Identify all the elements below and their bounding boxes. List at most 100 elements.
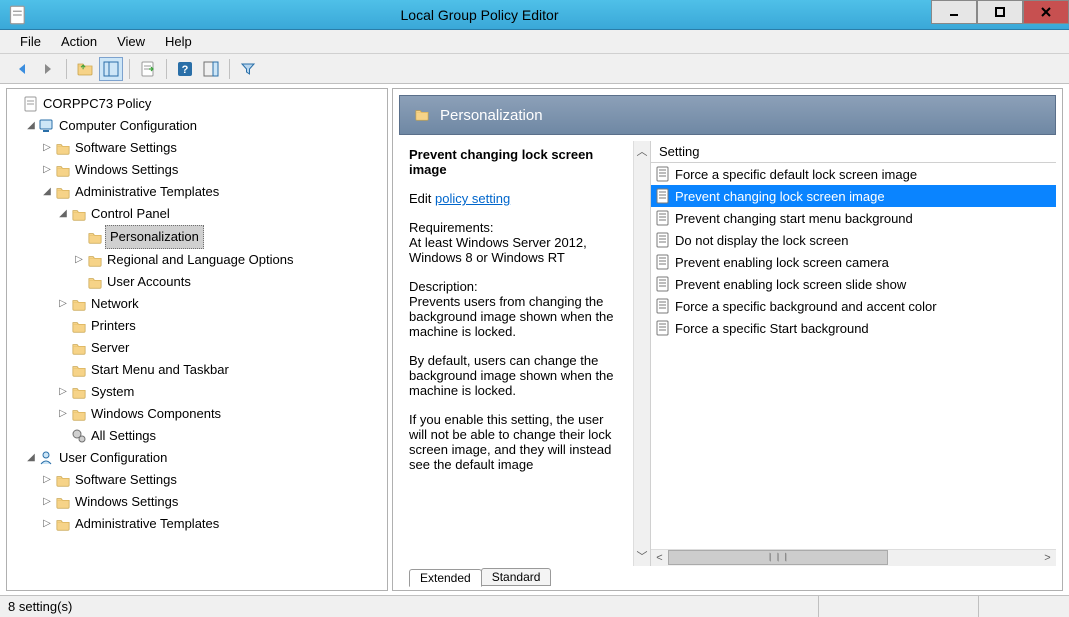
expand-icon[interactable]: ▷: [57, 386, 69, 398]
tree-system[interactable]: ▷System: [57, 381, 387, 403]
scroll-up-icon[interactable]: ︿: [637, 143, 648, 159]
tree-start-menu-taskbar[interactable]: Start Menu and Taskbar: [57, 359, 387, 381]
user-icon: [39, 450, 55, 466]
collapse-icon[interactable]: ◢: [41, 186, 53, 198]
tree-server[interactable]: Server: [57, 337, 387, 359]
description-scrollbar[interactable]: ︿ ﹀: [633, 141, 650, 566]
tree-all-settings[interactable]: All Settings: [57, 425, 387, 447]
list-item[interactable]: Force a specific background and accent c…: [651, 295, 1056, 317]
show-hide-tree-button[interactable]: [99, 57, 123, 81]
expand-icon[interactable]: ▷: [41, 518, 53, 530]
menu-help[interactable]: Help: [155, 34, 202, 49]
menu-action[interactable]: Action: [51, 34, 107, 49]
expand-icon[interactable]: ▷: [41, 164, 53, 176]
policy-setting-icon: [655, 166, 671, 182]
description-pane: Prevent changing lock screen image Edit …: [399, 141, 633, 566]
tree-control-panel[interactable]: ◢Control Panel: [57, 203, 387, 225]
back-button[interactable]: [10, 57, 34, 81]
collapse-icon[interactable]: ◢: [25, 120, 37, 132]
tree-personalization[interactable]: Personalization: [73, 225, 387, 249]
tree-windows-components[interactable]: ▷Windows Components: [57, 403, 387, 425]
list-item[interactable]: Force a specific default lock screen ima…: [651, 163, 1056, 185]
policy-setting-icon: [655, 254, 671, 270]
requirements-heading: Requirements:: [409, 220, 625, 235]
tab-standard[interactable]: Standard: [481, 568, 552, 586]
tree-uc-admin-templates[interactable]: ▷Administrative Templates: [41, 513, 387, 535]
column-header-setting[interactable]: Setting: [651, 141, 1056, 163]
collapse-icon[interactable]: ◢: [57, 208, 69, 220]
list-item[interactable]: Prevent changing lock screen image: [651, 185, 1056, 207]
list-item[interactable]: Prevent changing start menu background: [651, 207, 1056, 229]
list-item[interactable]: Force a specific Start background: [651, 317, 1056, 339]
tab-extended[interactable]: Extended: [409, 569, 482, 587]
minimize-button[interactable]: [931, 0, 977, 24]
menu-bar: File Action View Help: [0, 30, 1069, 54]
all-settings-icon: [71, 428, 87, 444]
console-tree[interactable]: CORPPC73 Policy ◢ Computer Configuration…: [6, 88, 388, 591]
status-count: 8 setting(s): [0, 596, 819, 617]
close-button[interactable]: [1023, 0, 1069, 24]
folder-icon: [55, 473, 71, 487]
list-item-label: Do not display the lock screen: [675, 233, 848, 248]
tree-cc-admin-templates[interactable]: ◢Administrative Templates: [41, 181, 387, 203]
folder-icon: [414, 108, 430, 122]
scroll-down-icon[interactable]: ﹀: [637, 548, 648, 564]
scrollbar-thumb[interactable]: ꠰꠰꠰: [668, 550, 888, 565]
up-button[interactable]: [73, 57, 97, 81]
view-tabs: Extended Standard: [399, 566, 1056, 586]
export-button[interactable]: [136, 57, 160, 81]
expand-icon[interactable]: ▷: [57, 408, 69, 420]
settings-list-pane: Setting Force a specific default lock sc…: [650, 141, 1056, 566]
status-bar: 8 setting(s): [0, 595, 1069, 617]
folder-icon: [71, 385, 87, 399]
list-horizontal-scrollbar[interactable]: < ꠰꠰꠰ >: [651, 549, 1056, 566]
show-hide-action-pane-button[interactable]: [199, 57, 223, 81]
app-icon: [8, 5, 28, 25]
collapse-icon[interactable]: ◢: [25, 452, 37, 464]
tree-network[interactable]: ▷Network: [57, 293, 387, 315]
tree-root[interactable]: CORPPC73 Policy: [9, 93, 387, 115]
menu-file[interactable]: File: [10, 34, 51, 49]
edit-policy-link[interactable]: policy setting: [435, 191, 510, 206]
tree-user-configuration[interactable]: ◢User Configuration: [25, 447, 387, 469]
description-p2: By default, users can change the backgro…: [409, 353, 625, 398]
expand-icon[interactable]: ▷: [57, 298, 69, 310]
folder-icon: [87, 275, 103, 289]
tree-computer-configuration[interactable]: ◢ Computer Configuration: [25, 115, 387, 137]
tree-cc-windows-settings[interactable]: ▷Windows Settings: [41, 159, 387, 181]
tree-root-label: CORPPC73 Policy: [41, 93, 153, 115]
tree-regional-language[interactable]: ▷Regional and Language Options: [73, 249, 387, 271]
tree-printers[interactable]: Printers: [57, 315, 387, 337]
folder-icon: [55, 141, 71, 155]
filter-button[interactable]: [236, 57, 260, 81]
folder-icon: [71, 341, 87, 355]
expand-icon[interactable]: ▷: [41, 142, 53, 154]
maximize-button[interactable]: [977, 0, 1023, 24]
folder-icon: [55, 163, 71, 177]
folder-icon: [71, 207, 87, 221]
result-header-title: Personalization: [440, 107, 543, 124]
tree-uc-software-settings[interactable]: ▷Software Settings: [41, 469, 387, 491]
tree-uc-windows-settings[interactable]: ▷Windows Settings: [41, 491, 387, 513]
requirements-body: At least Windows Server 2012, Windows 8 …: [409, 235, 625, 265]
folder-icon: [87, 253, 103, 267]
list-item[interactable]: Prevent enabling lock screen slide show: [651, 273, 1056, 295]
toolbar: ?: [0, 54, 1069, 84]
tree-user-accounts[interactable]: User Accounts: [73, 271, 387, 293]
scroll-right-icon[interactable]: >: [1039, 552, 1056, 564]
expand-icon[interactable]: ▷: [41, 474, 53, 486]
folder-icon: [55, 495, 71, 509]
expand-icon[interactable]: ▷: [41, 496, 53, 508]
help-button[interactable]: ?: [173, 57, 197, 81]
menu-view[interactable]: View: [107, 34, 155, 49]
tree-cc-software-settings[interactable]: ▷Software Settings: [41, 137, 387, 159]
scroll-left-icon[interactable]: <: [651, 552, 668, 564]
status-cell-3: [979, 596, 1069, 617]
list-item[interactable]: Prevent enabling lock screen camera: [651, 251, 1056, 273]
list-item[interactable]: Do not display the lock screen: [651, 229, 1056, 251]
folder-icon: [71, 319, 87, 333]
expand-icon[interactable]: ▷: [73, 254, 85, 266]
forward-button[interactable]: [36, 57, 60, 81]
settings-list[interactable]: Force a specific default lock screen ima…: [651, 163, 1056, 549]
list-item-label: Prevent enabling lock screen camera: [675, 255, 889, 270]
